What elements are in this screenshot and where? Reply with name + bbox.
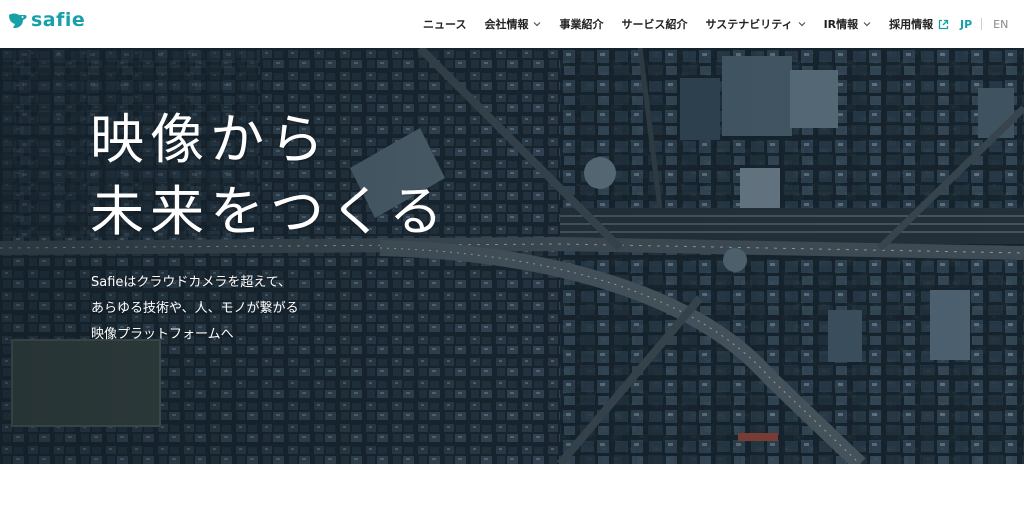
logo-link[interactable]: safie: [8, 9, 85, 31]
chevron-down-icon: [534, 22, 541, 27]
chevron-down-icon: [863, 22, 871, 27]
site-header: safie ニュース 会社情報 事業紹介 サービス紹介 サステナビリティ IR情…: [0, 0, 1024, 48]
hero-title-line-2: 未来をつくる: [90, 180, 449, 243]
nav-item-label: IR情報: [823, 18, 859, 31]
hero-title-line-1: 映像から: [90, 108, 330, 171]
nav-item-label: 事業紹介: [559, 18, 604, 31]
hero-title: 映像から 未来をつくる: [90, 104, 449, 248]
nav-item-services[interactable]: サービス紹介: [621, 0, 687, 48]
external-link-icon: [939, 19, 949, 29]
hero-section: 映像から 未来をつくる Safieはクラウドカメラを超えて、 あらゆる技術や、人…: [0, 48, 1024, 464]
hero-subtitle-line-3: 映像プラットフォームへ: [91, 327, 234, 342]
nav-item-label: 会社情報: [484, 18, 529, 31]
nav-item-business[interactable]: 事業紹介: [559, 0, 603, 48]
content-area: [0, 464, 1024, 524]
nav-item-recruit[interactable]: 採用情報: [889, 0, 949, 48]
hero-subtitle-line-1: Safieはクラウドカメラを超えて、: [91, 275, 292, 290]
lang-en-link[interactable]: EN: [993, 18, 1008, 31]
main-nav: ニュース 会社情報 事業紹介 サービス紹介 サステナビリティ IR情報 採用情報: [423, 0, 949, 48]
hero-subtitle: Safieはクラウドカメラを超えて、 あらゆる技術や、人、モノが繋がる 映像プラ…: [91, 270, 299, 348]
nav-item-company[interactable]: 会社情報: [484, 0, 541, 48]
logo-wordmark: safie: [31, 9, 86, 31]
safie-bird-icon: [9, 13, 27, 28]
chevron-down-icon: [798, 22, 806, 27]
language-switcher: JP EN: [960, 0, 1008, 48]
nav-item-label: ニュース: [423, 18, 467, 31]
nav-item-label: サステナビリティ: [705, 18, 793, 31]
hero-subtitle-line-2: あらゆる技術や、人、モノが繋がる: [91, 301, 299, 316]
nav-item-news[interactable]: ニュース: [423, 0, 466, 48]
lang-divider: [981, 18, 983, 30]
lang-jp-link[interactable]: JP: [960, 18, 972, 31]
nav-item-sustainability[interactable]: サステナビリティ: [705, 0, 806, 48]
nav-item-label: サービス紹介: [621, 18, 688, 31]
nav-item-label: 採用情報: [889, 18, 934, 31]
nav-item-ir[interactable]: IR情報: [824, 0, 872, 48]
